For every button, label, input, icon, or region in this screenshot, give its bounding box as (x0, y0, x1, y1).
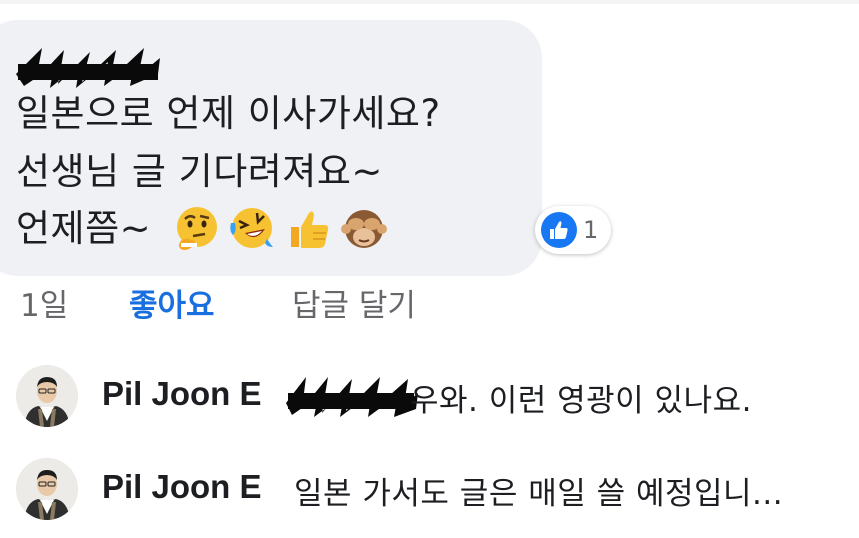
avatar[interactable] (16, 365, 78, 427)
comment-timestamp[interactable]: 1일 (20, 286, 68, 326)
reply-button[interactable]: 답글 달기 (292, 286, 416, 326)
thinking-face-icon (170, 202, 222, 254)
emoji-row (170, 202, 390, 254)
reply-text: 일본 가서도 글은 매일 쓸 예정입니... (294, 476, 784, 512)
reaction-count: 1 (583, 216, 599, 244)
reply-author-name[interactable]: Pil Joon E (102, 375, 262, 413)
see-no-evil-monkey-icon (338, 202, 390, 254)
reaction-summary[interactable]: 1 (535, 206, 611, 254)
reply-author-name[interactable]: Pil Joon E (102, 468, 262, 506)
comment-text-line-2: 선생님 글 기다려져요~ (16, 150, 383, 193)
reply-text: 우와. 이런 영광이 있나요. (410, 383, 752, 419)
thumbs-up-icon (282, 202, 334, 254)
like-button[interactable]: 좋아요 (129, 286, 215, 326)
top-divider (0, 0, 859, 4)
redacted-author-name (16, 48, 160, 88)
redacted-mention (286, 377, 418, 417)
comment-text-line-1: 일본으로 언제 이사가세요? (16, 92, 441, 135)
rolling-on-floor-laughing-icon (226, 202, 278, 254)
comment-text-line-3: 언제쯤~ (16, 207, 152, 250)
like-reaction-icon (541, 212, 577, 248)
avatar[interactable] (16, 458, 78, 520)
